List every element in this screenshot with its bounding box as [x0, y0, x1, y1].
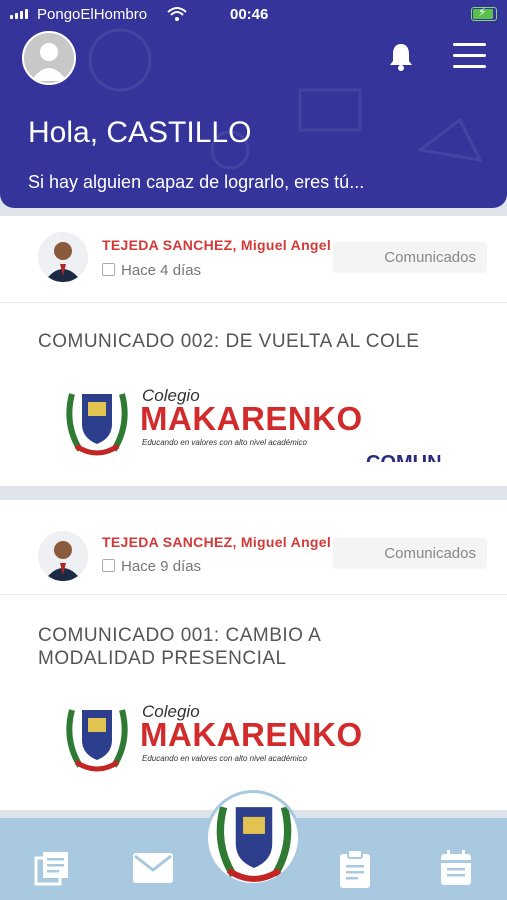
post-meta: TEJEDA SANCHEZ, Miguel Angel Hace 4 días… — [0, 216, 507, 303]
carrier-name: PongoElHombro — [37, 6, 148, 23]
status-bar: PongoElHombro 00:46 ⚡ — [0, 0, 507, 30]
post-author[interactable]: TEJEDA SANCHEZ, Miguel Angel — [102, 534, 331, 550]
author-photo — [38, 232, 88, 282]
post-date: Hace 9 días — [102, 558, 201, 575]
calendar-icon — [102, 559, 115, 572]
menu-icon[interactable] — [453, 43, 486, 69]
school-crest-icon — [66, 709, 128, 772]
school-crest-icon — [66, 393, 128, 456]
header: PongoElHombro 00:46 ⚡ Hola, CASTILLO Si … — [0, 0, 507, 208]
category-badge[interactable]: Comunicados — [333, 242, 487, 273]
school-logo: Colegio MAKARENKO Educando en valores co… — [64, 384, 364, 464]
news-icon[interactable] — [34, 850, 70, 886]
wifi-icon — [167, 7, 187, 21]
post-card[interactable]: TEJEDA SANCHEZ, Miguel Angel Hace 4 días… — [0, 216, 507, 486]
calendar-icon — [102, 263, 115, 276]
clock: 00:46 — [230, 6, 269, 23]
school-crest-icon — [216, 806, 292, 882]
category-badge[interactable]: Comunicados — [333, 538, 487, 569]
mail-icon[interactable] — [133, 853, 173, 883]
battery-icon: ⚡ — [471, 5, 497, 21]
user-avatar[interactable] — [22, 31, 76, 85]
post-title[interactable]: COMUNICADO 002: DE VUELTA AL COLE — [38, 330, 419, 353]
post-card[interactable]: TEJEDA SANCHEZ, Miguel Angel Hace 9 días… — [0, 500, 507, 810]
post-meta: TEJEDA SANCHEZ, Miguel Angel Hace 9 días… — [0, 500, 507, 595]
school-logo: Colegio MAKARENKO Educando en valores co… — [64, 700, 364, 780]
post-title[interactable]: COMUNICADO 001: CAMBIO A MODALIDAD PRESE… — [38, 624, 321, 670]
banner-text-clipped: COMUN — [366, 452, 442, 462]
greeting: Hola, CASTILLO — [28, 116, 252, 149]
clipboard-icon[interactable] — [339, 850, 371, 888]
school-home-button[interactable] — [205, 790, 301, 886]
motto: Si hay alguien capaz de lograrlo, eres t… — [28, 172, 365, 192]
author-photo — [38, 531, 88, 581]
calendar-icon[interactable] — [440, 850, 472, 886]
post-author[interactable]: TEJEDA SANCHEZ, Miguel Angel — [102, 237, 331, 253]
post-date: Hace 4 días — [102, 262, 201, 279]
bell-icon[interactable] — [388, 42, 414, 72]
signal-icon — [10, 9, 28, 19]
